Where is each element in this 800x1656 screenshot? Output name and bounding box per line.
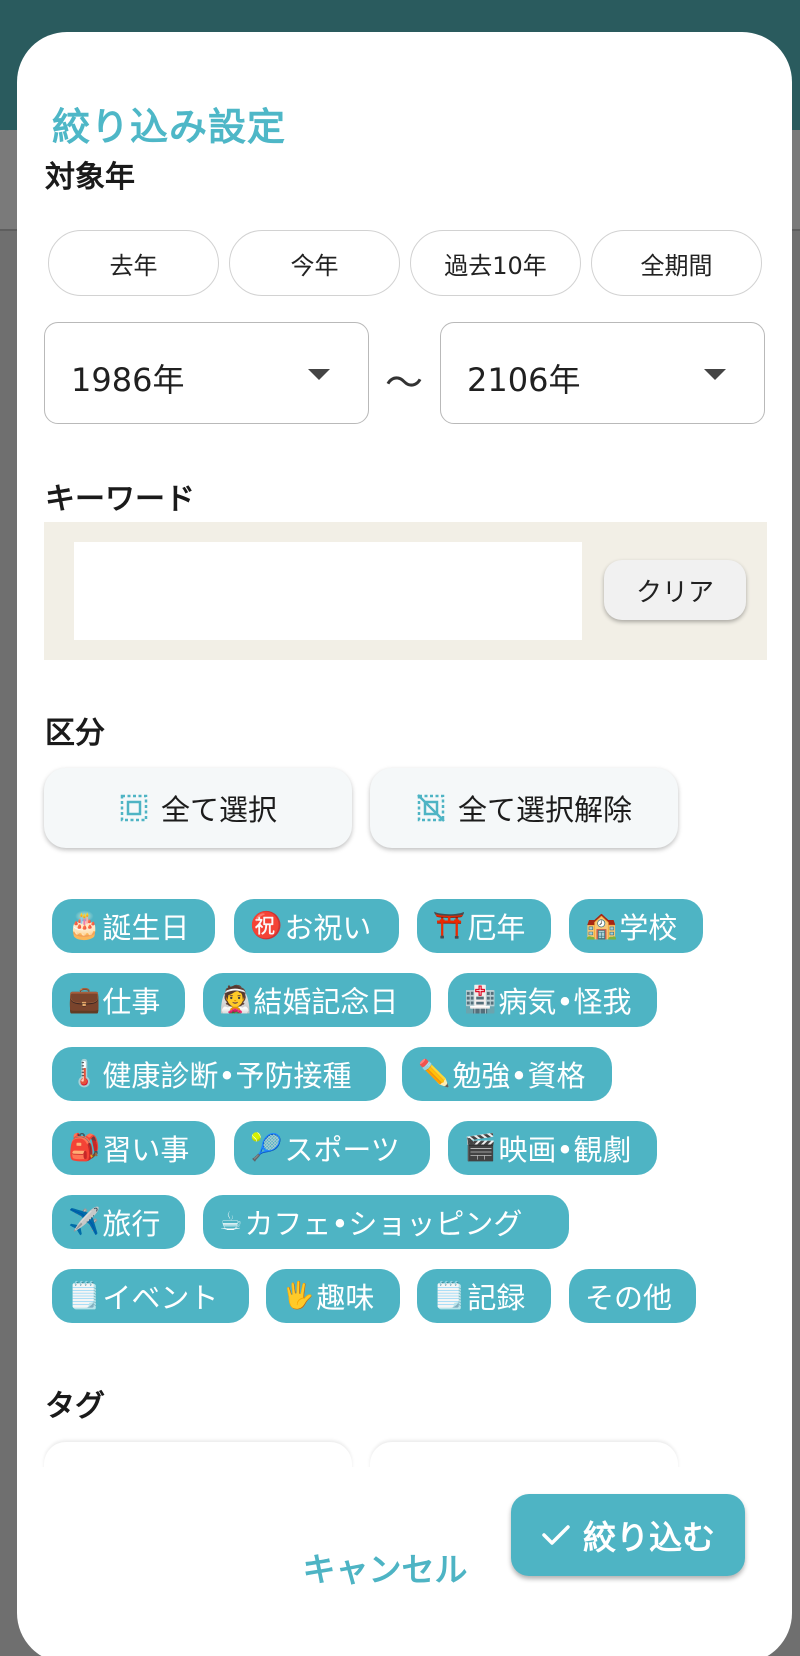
chip-label: 結婚記念日 bbox=[253, 985, 399, 1019]
chip-label: カフェ•ショッピング bbox=[244, 1207, 523, 1241]
dropdown-arrow-icon bbox=[704, 369, 726, 380]
category-chip-study[interactable]: ✏️ 勉強•資格 bbox=[402, 1047, 612, 1101]
category-chip-school[interactable]: 🏫 学校 bbox=[569, 899, 703, 953]
chip-label: 旅行 bbox=[102, 1207, 161, 1241]
chip-label: 映画•観劇 bbox=[498, 1133, 632, 1167]
chip-label: 習い事 bbox=[102, 1133, 190, 1167]
category-chip-sports[interactable]: 🎾 スポーツ bbox=[234, 1121, 430, 1175]
category-chip-hobby[interactable]: 🖐️ 趣味 bbox=[266, 1269, 400, 1323]
category-chip-birthday[interactable]: 🎂 誕生日 bbox=[52, 899, 215, 953]
tag-section-label: タグ bbox=[45, 1389, 105, 1424]
notepad-icon: 🗒️ bbox=[68, 1281, 101, 1311]
preset-past-10-years-button[interactable]: 過去10年 bbox=[410, 230, 581, 296]
dialog-title: 絞り込み設定 bbox=[52, 105, 287, 149]
chip-label: スポーツ bbox=[284, 1133, 400, 1167]
select-all-icon bbox=[120, 794, 148, 822]
preset-all-period-button[interactable]: 全期間 bbox=[591, 230, 762, 296]
category-chip-event[interactable]: 🗒️ イベント bbox=[52, 1269, 249, 1323]
deselect-all-button[interactable]: 全て選択解除 bbox=[370, 768, 678, 848]
apply-filter-button[interactable]: 絞り込む bbox=[511, 1494, 745, 1576]
category-chip-wedding-anniversary[interactable]: 👰 結婚記念日 bbox=[203, 973, 431, 1027]
select-all-button[interactable]: 全て選択 bbox=[44, 768, 352, 848]
category-section-label: 区分 bbox=[45, 716, 105, 751]
briefcase-icon: 💼 bbox=[68, 985, 101, 1015]
coffee-icon: ☕ bbox=[219, 1207, 243, 1237]
category-chip-health-checkup[interactable]: 🌡️ 健康診断•予防接種 bbox=[52, 1047, 386, 1101]
category-chip-record[interactable]: 🗒️ 記録 bbox=[417, 1269, 551, 1323]
range-separator: 〜 bbox=[385, 361, 424, 405]
keyword-panel: クリア bbox=[44, 522, 767, 660]
chip-label: 記録 bbox=[467, 1281, 526, 1315]
chip-label: お祝い bbox=[284, 911, 372, 945]
bride-icon: 👰 bbox=[219, 985, 252, 1015]
cake-icon: 🎂 bbox=[68, 911, 101, 941]
year-from-value: 1986年 bbox=[71, 361, 185, 399]
category-chip-movies-theater[interactable]: 🎬 映画•観劇 bbox=[448, 1121, 657, 1175]
tennis-icon: 🎾 bbox=[250, 1133, 283, 1163]
year-to-select[interactable]: 2106年 bbox=[440, 322, 765, 424]
deselect-all-icon bbox=[417, 794, 445, 822]
chip-label: 学校 bbox=[619, 911, 678, 945]
category-chip-celebration[interactable]: ㊗️ お祝い bbox=[234, 899, 399, 953]
celebration-icon: ㊗️ bbox=[250, 911, 283, 941]
clapper-icon: 🎬 bbox=[464, 1133, 497, 1163]
school-icon: 🏫 bbox=[585, 911, 618, 941]
check-icon bbox=[542, 1525, 570, 1545]
category-chip-unlucky-year[interactable]: ⛩️ 厄年 bbox=[417, 899, 551, 953]
keyword-input[interactable] bbox=[74, 542, 582, 640]
airplane-icon: ✈️ bbox=[68, 1207, 101, 1237]
notepad-icon: 🗒️ bbox=[433, 1281, 466, 1311]
chip-label: 健康診断•予防接種 bbox=[102, 1059, 352, 1093]
chip-label: 厄年 bbox=[467, 911, 526, 945]
apply-filter-label: 絞り込む bbox=[583, 1518, 715, 1557]
chip-label: 病気•怪我 bbox=[498, 985, 632, 1019]
select-all-label: 全て選択 bbox=[160, 793, 277, 827]
year-to-value: 2106年 bbox=[467, 361, 581, 399]
pencil-icon: ✏️ bbox=[418, 1059, 451, 1089]
thermometer-icon: 🌡️ bbox=[68, 1059, 101, 1089]
keyword-clear-button[interactable]: クリア bbox=[604, 560, 746, 620]
category-chip-work[interactable]: 💼 仕事 bbox=[52, 973, 185, 1027]
preset-last-year-button[interactable]: 去年 bbox=[48, 230, 219, 296]
dropdown-arrow-icon bbox=[308, 369, 330, 380]
cancel-button[interactable]: キャンセル bbox=[295, 1532, 475, 1602]
shrine-icon: ⛩️ bbox=[433, 911, 466, 941]
category-chip-cafe-shopping[interactable]: ☕ カフェ•ショッピング bbox=[203, 1195, 569, 1249]
hand-icon: 🖐️ bbox=[282, 1281, 315, 1311]
chip-label: その他 bbox=[585, 1281, 673, 1315]
chip-label: 趣味 bbox=[316, 1281, 375, 1315]
hospital-icon: 🏥 bbox=[464, 985, 497, 1015]
keyword-section-label: キーワード bbox=[45, 482, 195, 517]
category-chip-lessons[interactable]: 🎒 習い事 bbox=[52, 1121, 215, 1175]
category-chip-other[interactable]: その他 bbox=[569, 1269, 696, 1323]
filter-dialog: 絞り込み設定 対象年 去年 今年 過去10年 全期間 1986年 〜 2106年… bbox=[17, 32, 792, 1656]
chip-label: 勉強•資格 bbox=[452, 1059, 586, 1093]
preset-this-year-button[interactable]: 今年 bbox=[229, 230, 400, 296]
backpack-icon: 🎒 bbox=[68, 1133, 101, 1163]
year-from-select[interactable]: 1986年 bbox=[44, 322, 369, 424]
year-section-label: 対象年 bbox=[45, 160, 135, 195]
category-chip-illness-injury[interactable]: 🏥 病気•怪我 bbox=[448, 973, 657, 1027]
chip-label: 誕生日 bbox=[102, 911, 190, 945]
deselect-all-label: 全て選択解除 bbox=[457, 793, 632, 827]
category-chip-travel[interactable]: ✈️ 旅行 bbox=[52, 1195, 185, 1249]
chip-label: 仕事 bbox=[102, 985, 161, 1019]
chip-label: イベント bbox=[102, 1281, 219, 1315]
